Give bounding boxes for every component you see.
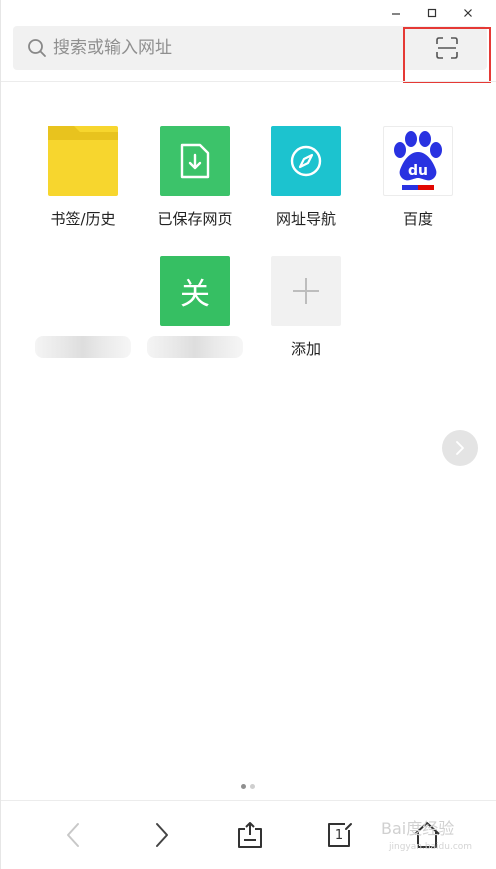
tile-label: 百度 [402,210,433,228]
scan-button[interactable] [407,26,487,70]
folder-icon [48,126,118,196]
tile-label: 添加 [290,340,321,358]
blurred-label [35,336,131,358]
page-dot-1[interactable] [241,784,246,789]
tabs-button[interactable]: 1 [321,817,357,853]
tile-saved-pages[interactable]: 已保存网页 [147,126,243,229]
watermark-url: jingyan.baidu.com [389,842,473,852]
browser-window: 书签/历史 已保存网页 网址导航 [0,0,496,869]
close-button[interactable] [450,4,486,22]
share-icon [238,822,262,848]
tile-guan-site[interactable]: 关 [147,256,243,358]
search-icon [28,39,46,57]
tile-baidu[interactable]: du 百度 [370,126,466,229]
chevron-right-icon [456,441,464,455]
scan-icon [436,37,458,59]
search-input[interactable] [53,26,413,70]
tile-label: 网址导航 [275,210,336,228]
tile-add[interactable]: 添加 [258,256,354,359]
tile-blurred-site[interactable] [35,256,131,358]
tile-label: 已保存网页 [157,210,233,228]
minimize-button[interactable] [378,4,414,22]
header-divider [1,81,496,82]
watermark: Bai度经验 [381,819,455,838]
tile-label: 书签/历史 [50,210,116,228]
compass-icon [271,126,341,196]
forward-icon [156,823,168,847]
close-icon [464,9,472,17]
blurred-label [147,336,243,358]
back-button[interactable] [55,817,91,853]
blurred-site-icon [48,256,118,326]
svg-text:du: du [408,163,428,179]
plus-icon [271,256,341,326]
page-dot-2[interactable] [250,784,255,789]
baidu-paw-icon: du [383,126,453,196]
guan-site-icon: 关 [160,256,230,326]
window-controls [378,4,486,22]
share-button[interactable] [232,817,268,853]
page-indicator [241,784,255,789]
tile-url-navigation[interactable]: 网址导航 [258,126,354,229]
download-file-icon [160,126,230,196]
tile-bookmarks-history[interactable]: 书签/历史 [35,126,131,229]
next-page-button[interactable] [442,430,478,466]
tab-count: 1 [334,827,344,843]
back-icon [67,823,79,847]
maximize-icon [427,8,437,18]
minimize-icon [392,13,400,15]
search-bar[interactable] [13,26,487,70]
forward-button[interactable] [144,817,180,853]
maximize-button[interactable] [414,4,450,22]
